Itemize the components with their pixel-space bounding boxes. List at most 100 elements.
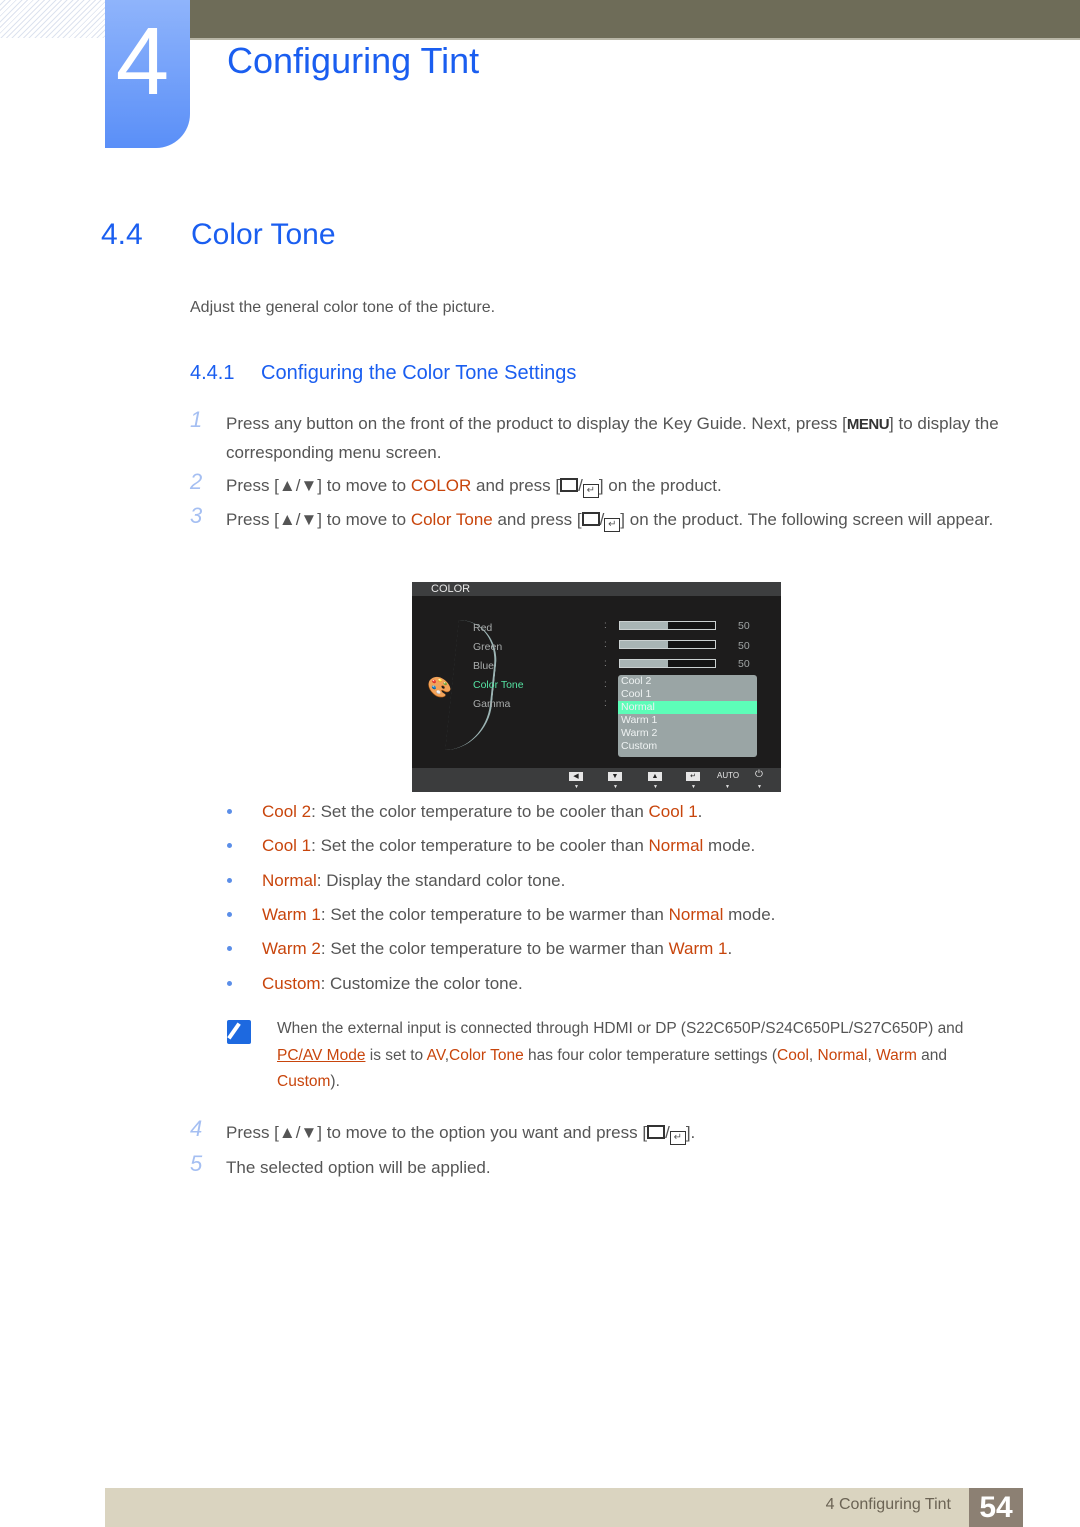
note-segment: ).: [330, 1073, 340, 1090]
highlight-term: Color Tone: [410, 510, 493, 529]
osd-key-guide: ◀ ▼ ▲ ↵ AUTO ⏻ ▼ ▼ ▼ ▼ ▼ ▼: [412, 768, 781, 792]
bullet-term: Warm 1: [262, 905, 321, 924]
red-value: 50: [738, 620, 750, 632]
blue-slider[interactable]: [619, 659, 716, 668]
tick-icon: ▼: [691, 784, 696, 790]
blue-value: 50: [738, 658, 750, 670]
footer-chapter: 4 Configuring Tint: [825, 1496, 951, 1513]
note-segment: and: [916, 1046, 948, 1064]
bullet-term: Warm 2: [262, 939, 321, 958]
palette-icon: 🎨: [427, 677, 452, 699]
green-value: 50: [738, 640, 750, 652]
step-text: ] on the product.: [598, 476, 722, 495]
option-warm-1[interactable]: Warm 1: [618, 714, 757, 727]
subsection-title: Configuring the Color Tone Settings: [261, 362, 577, 384]
step-text: Press [▲/▼] to move to the option you wa…: [226, 1123, 648, 1142]
osd-colon: :: [604, 679, 607, 690]
option-warm-2[interactable]: Warm 2: [618, 727, 757, 740]
bullet-term: Normal: [262, 871, 317, 890]
osd-colon: :: [604, 639, 607, 650]
osd-item-gamma[interactable]: Gamma: [473, 698, 510, 710]
bullet-ref: Normal: [648, 836, 704, 855]
step-text: and press [: [492, 510, 582, 529]
slider-fill: [620, 660, 668, 667]
bullet-text: : Customize the color tone.: [320, 974, 523, 993]
step-3: 3 Press [▲/▼] to move to Color Tone and …: [190, 503, 994, 532]
note-term: Color Tone: [449, 1046, 524, 1064]
enter-icon: ↵: [669, 1131, 686, 1145]
bullet-cool-1: Cool 1: Set the color temperature to be …: [227, 836, 755, 856]
slider-fill: [620, 622, 668, 629]
osd-colon: :: [604, 620, 607, 631]
note-segment: ,: [808, 1046, 818, 1064]
note-segment: ,: [867, 1046, 877, 1064]
bullet-ref: Normal: [668, 905, 724, 924]
pc-av-mode-link[interactable]: PC/AV Mode: [277, 1047, 365, 1064]
bullet-text: .: [727, 939, 733, 958]
bullet-warm-2: Warm 2: Set the color temperature to be …: [227, 939, 732, 959]
step-text: ] on the product. The following screen w…: [620, 510, 994, 529]
step-5: 5 The selected option will be applied.: [190, 1151, 1010, 1182]
enter-icon: ↵: [604, 518, 621, 532]
tick-icon: ▼: [725, 784, 730, 790]
bullet-ref: Warm 1: [668, 939, 728, 958]
bullet-icon: [227, 912, 232, 917]
bullet-ref: Cool 1: [648, 802, 698, 821]
down-arrow-icon[interactable]: ▼: [608, 772, 622, 781]
subsection-number: 4.4.1: [190, 362, 235, 384]
step-number: 1: [190, 407, 203, 432]
bullet-text: : Set the color temperature to be warmer…: [320, 905, 669, 924]
bullet-text: : Display the standard color tone.: [316, 871, 566, 890]
step-4: 4 Press [▲/▼] to move to the option you …: [190, 1116, 696, 1145]
header-bar: [190, 0, 1080, 38]
bullet-text: mode.: [703, 836, 756, 855]
bullet-custom: Custom: Customize the color tone.: [227, 974, 523, 994]
option-cool-1[interactable]: Cool 1: [618, 688, 757, 701]
bullet-warm-1: Warm 1: Set the color temperature to be …: [227, 905, 775, 925]
auto-button[interactable]: AUTO: [717, 771, 739, 780]
note-segment: When the external input is connected thr…: [277, 1020, 964, 1037]
enter-icon[interactable]: ↵: [686, 772, 700, 781]
option-normal[interactable]: Normal: [618, 701, 757, 714]
highlight-term: COLOR: [410, 476, 472, 495]
note-term: AV: [426, 1046, 445, 1064]
bullet-icon: [227, 946, 232, 951]
option-custom[interactable]: Custom: [618, 740, 757, 753]
note-icon: [227, 1020, 251, 1044]
step-number: 5: [190, 1151, 203, 1176]
left-arrow-icon[interactable]: ◀: [569, 772, 583, 781]
bullet-term: Cool 2: [262, 802, 312, 821]
color-tone-dropdown[interactable]: Cool 2 Cool 1 Normal Warm 1 Warm 2 Custo…: [618, 675, 757, 757]
bullet-normal: Normal: Display the standard color tone.: [227, 871, 565, 891]
osd-item-blue[interactable]: Blue: [473, 660, 494, 672]
step-text: Press any button on the front of the pro…: [226, 414, 847, 433]
step-1: 1 Press any button on the front of the p…: [190, 407, 1010, 467]
section-title: Color Tone: [191, 218, 336, 251]
osd-item-green[interactable]: Green: [473, 641, 502, 653]
tick-icon: ▼: [757, 784, 762, 790]
step-2: 2 Press [▲/▼] to move to COLOR and press…: [190, 469, 722, 498]
menu-key: MENU: [846, 416, 890, 433]
note-segment: has four color temperature settings (: [523, 1046, 778, 1064]
up-arrow-icon[interactable]: ▲: [648, 772, 662, 781]
osd-header: COLOR: [412, 582, 781, 596]
step-number: 4: [190, 1116, 203, 1141]
source-icon: [560, 478, 579, 492]
power-icon[interactable]: ⏻: [755, 769, 763, 780]
step-text: ].: [685, 1123, 696, 1142]
source-icon: [647, 1125, 666, 1139]
tick-icon: ▼: [574, 784, 579, 790]
osd-screen: COLOR 🎨 Red : 50 Green : 50 Blue : 50 Co…: [412, 582, 781, 792]
bullet-icon: [227, 843, 232, 848]
red-slider[interactable]: [619, 621, 716, 630]
note-term: Cool: [777, 1046, 809, 1064]
green-slider[interactable]: [619, 640, 716, 649]
bullet-term: Custom: [262, 974, 321, 993]
osd-item-red[interactable]: Red: [473, 622, 492, 634]
option-cool-2[interactable]: Cool 2: [618, 675, 757, 688]
step-text: Press [▲/▼] to move to: [226, 510, 411, 529]
tick-icon: ▼: [653, 784, 658, 790]
osd-item-color-tone[interactable]: Color Tone: [473, 679, 524, 691]
page-footer: 4 Configuring Tint 54: [105, 1488, 1023, 1527]
step-text: Press [▲/▼] to move to: [226, 476, 411, 495]
